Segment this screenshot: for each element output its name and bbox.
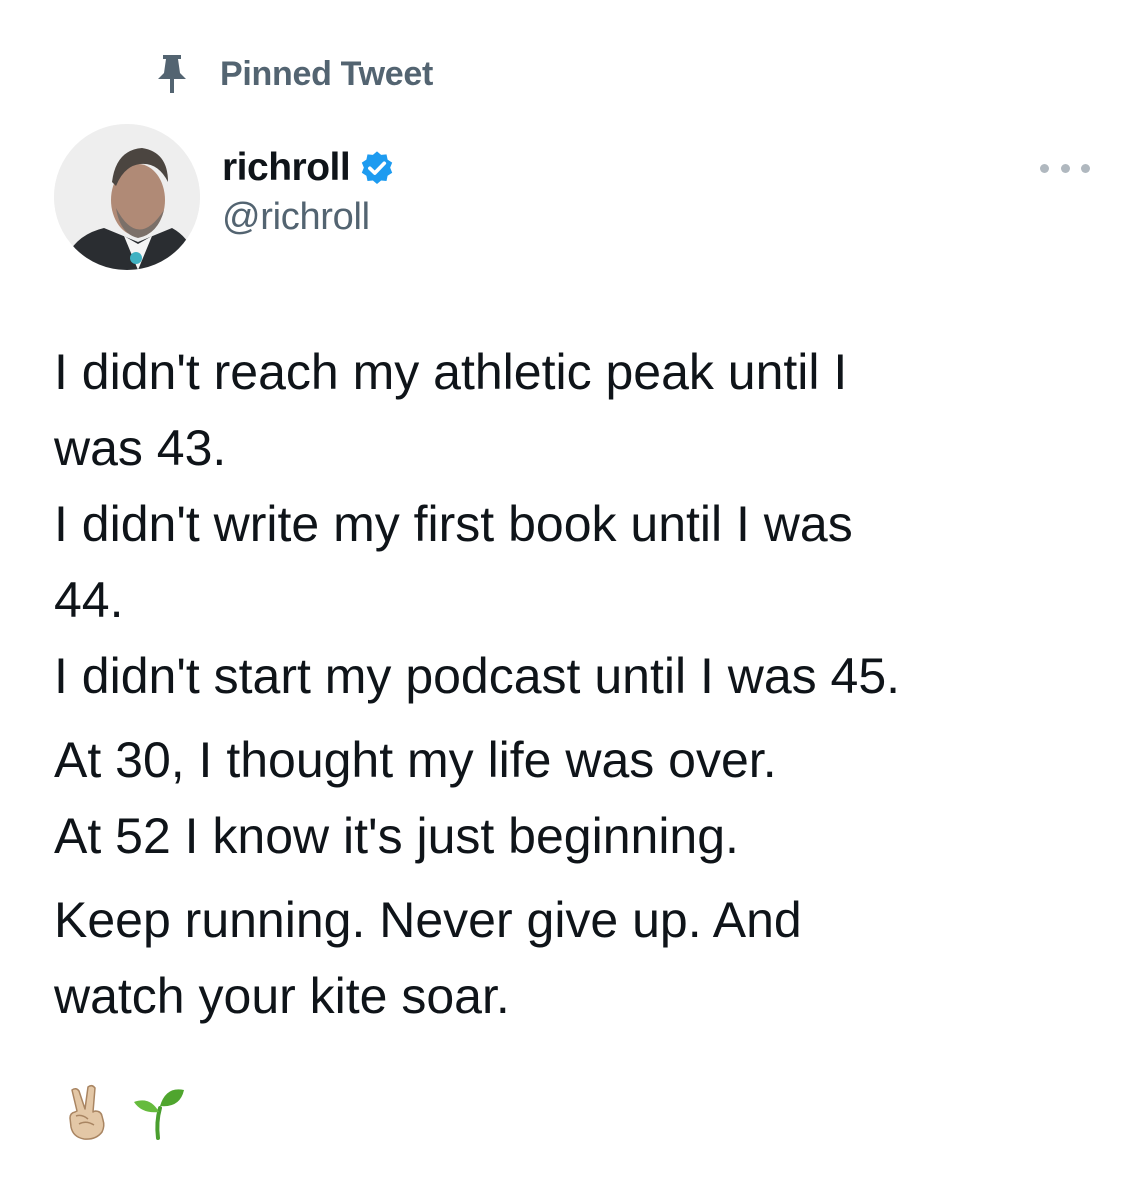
avatar[interactable] <box>54 124 200 270</box>
more-dot <box>1040 163 1049 173</box>
victory-hand-emoji <box>58 1082 118 1142</box>
author-name-row: richroll <box>222 142 402 194</box>
tweet-line: I didn't write my first book until I was <box>54 496 853 552</box>
more-options-icon[interactable] <box>1040 156 1090 180</box>
tweet-line: I didn't reach my athletic peak until I <box>54 344 848 400</box>
tweet-line: At 30, I thought my life was over. <box>54 732 777 788</box>
more-dot <box>1081 163 1090 173</box>
seedling-emoji <box>128 1082 188 1142</box>
tweet-line: was 43. <box>54 420 227 476</box>
tweet-line: At 52 I know it's just beginning. <box>54 808 739 864</box>
verified-badge-icon <box>358 146 402 190</box>
tweet-paragraph: I didn't reach my athletic peak until I … <box>54 334 1114 714</box>
tweet-paragraph: Keep running. Never give up. And watch y… <box>54 882 1114 1034</box>
author-handle[interactable]: @richroll <box>222 196 370 239</box>
tweet-emojis <box>58 1082 198 1142</box>
tweet-line: 44. <box>54 572 124 628</box>
pinned-tweet-indicator: Pinned Tweet <box>150 52 433 96</box>
tweet-paragraph: At 30, I thought my life was over. At 52… <box>54 722 1114 874</box>
pinned-tweet-label: Pinned Tweet <box>220 54 434 93</box>
pin-icon <box>150 52 194 96</box>
display-name[interactable]: richroll <box>222 146 351 190</box>
tweet-line: I didn't start my podcast until I was 45… <box>54 648 901 704</box>
tweet-line: Keep running. Never give up. And <box>54 892 802 948</box>
tweet-line: watch your kite soar. <box>54 968 510 1024</box>
more-dot <box>1060 163 1070 173</box>
tweet-text: I didn't reach my athletic peak until I … <box>54 334 1114 1034</box>
